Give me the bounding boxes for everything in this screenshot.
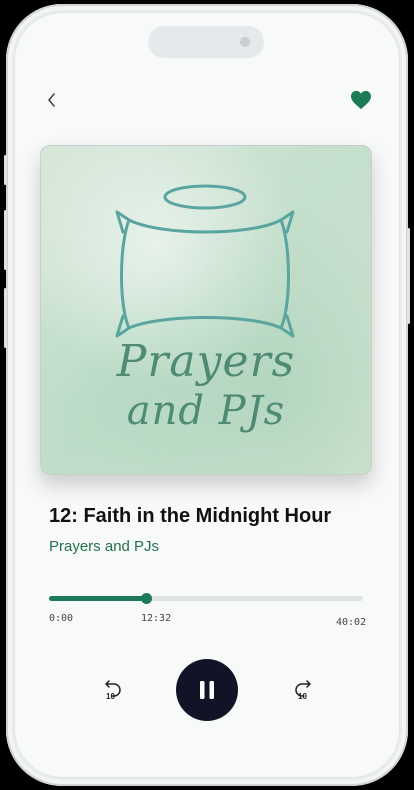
episode-title: 12: Faith in the Midnight Hour (49, 505, 332, 527)
screen: Prayers and PJs 12: Faith in the Midnigh… (14, 12, 400, 778)
progress-fill (49, 596, 147, 601)
podcast-cover-art: Prayers and PJs (40, 145, 372, 475)
rewind-seconds-label: 10 (106, 692, 115, 701)
forward-10-button[interactable]: 10 (290, 676, 318, 704)
play-pause-button[interactable] (176, 659, 238, 721)
progress-knob[interactable] (141, 593, 153, 604)
rewind-10-button[interactable]: 10 (98, 676, 126, 704)
podcast-name[interactable]: Prayers and PJs (49, 538, 159, 555)
time-total: 40:02 (336, 617, 367, 628)
volume-down-button (4, 288, 7, 348)
back-button[interactable] (40, 88, 64, 112)
chevron-left-icon (48, 93, 55, 107)
dynamic-island (148, 26, 264, 58)
time-start: 0:00 (49, 613, 74, 624)
cover-title-line-2: and PJs (126, 388, 286, 434)
favorite-button[interactable] (347, 86, 375, 114)
pillow-icon (115, 210, 295, 338)
forward-seconds-label: 10 (298, 692, 307, 701)
time-current: 12:32 (141, 613, 172, 624)
camera-dot (240, 37, 250, 47)
cover-title-line-1: Prayers (116, 336, 296, 387)
volume-up-button (4, 210, 7, 270)
heart-icon (351, 90, 371, 110)
mute-switch (4, 155, 7, 185)
progress-bar[interactable] (49, 593, 363, 604)
halo-icon (163, 184, 247, 210)
pause-icon (200, 681, 214, 699)
power-button (407, 228, 410, 324)
